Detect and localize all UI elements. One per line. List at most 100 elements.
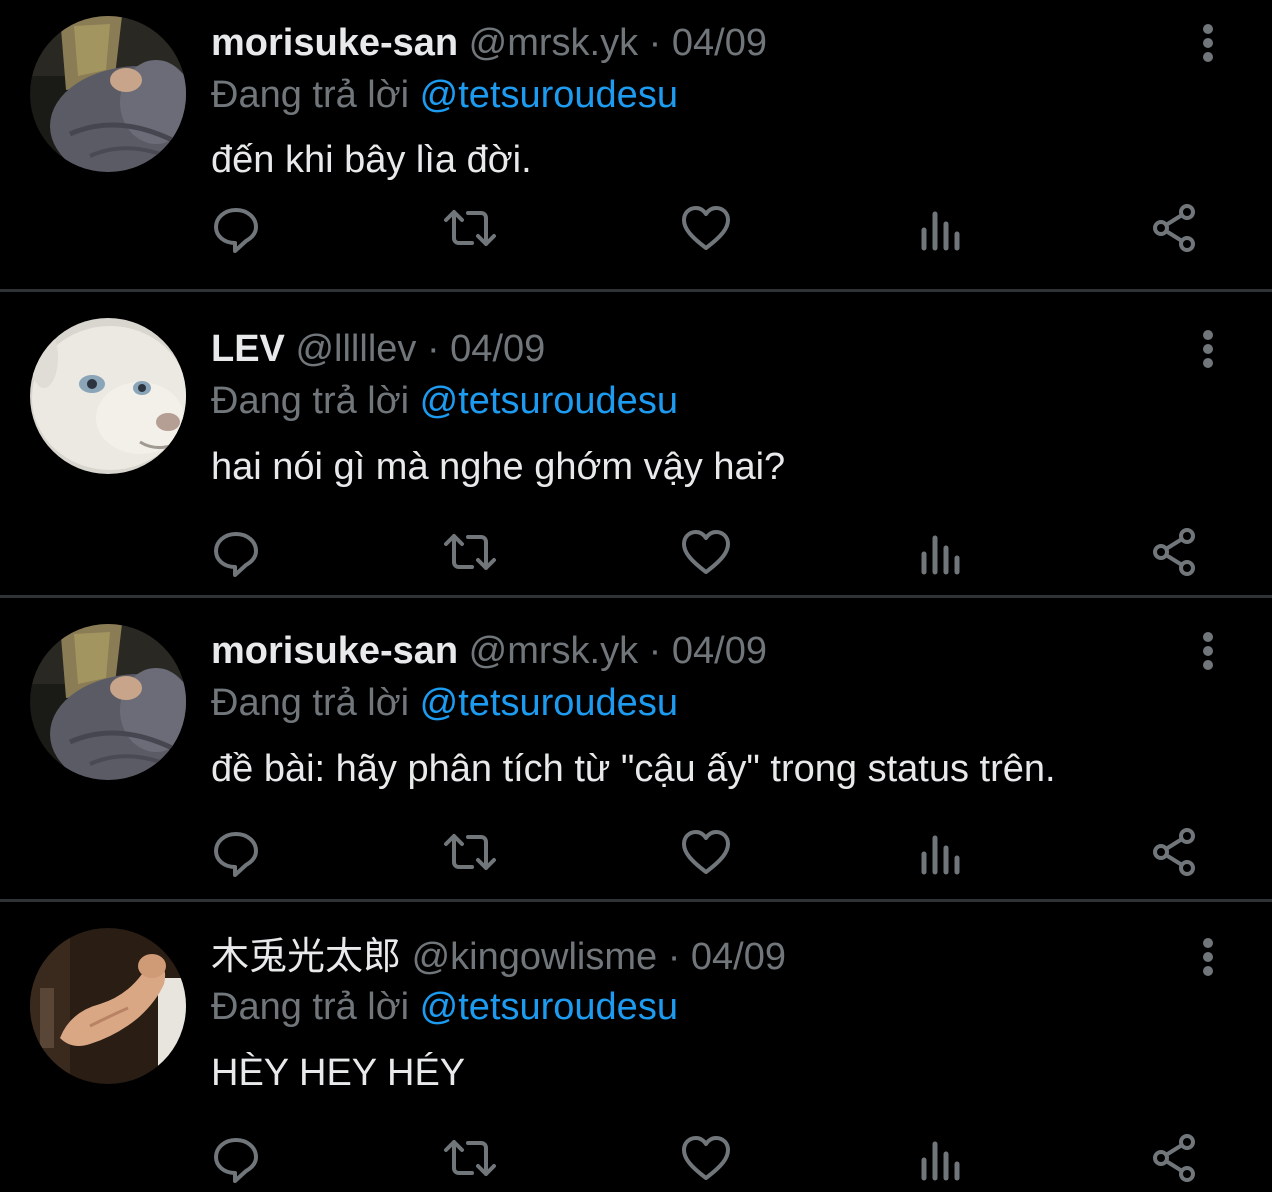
tweet-divider: [0, 899, 1272, 902]
retweet-button[interactable]: [440, 200, 500, 256]
avatar[interactable]: [30, 318, 186, 474]
tweet-divider: [0, 289, 1272, 292]
like-button[interactable]: [676, 1130, 736, 1186]
reply-feed: morisuke-san @mrsk.yk · 04/09 Đang trả l…: [0, 0, 1272, 1192]
more-options-button[interactable]: [1190, 326, 1226, 372]
share-icon: [1153, 204, 1195, 252]
reply-to-handle[interactable]: @tetsuroudesu: [420, 682, 678, 724]
reply-button[interactable]: [206, 1130, 266, 1186]
reply-button[interactable]: [206, 824, 266, 880]
analytics-icon: [921, 211, 960, 251]
analytics-icon: [921, 535, 960, 575]
views-button[interactable]: [910, 200, 970, 256]
display-name[interactable]: LEV: [211, 328, 285, 370]
reply-icon: [214, 1138, 258, 1183]
replying-to: Đang trả lời @tetsuroudesu: [211, 984, 678, 1030]
replying-to: Đang trả lời @tetsuroudesu: [211, 72, 678, 118]
retweet-icon: [444, 1140, 496, 1176]
share-button[interactable]: [1145, 524, 1205, 580]
avatar-flexing-arm-icon: [30, 928, 186, 1084]
heart-icon: [682, 830, 730, 874]
tweet-text: HÈY HEY HÉY: [211, 1052, 466, 1094]
like-button[interactable]: [676, 200, 736, 256]
like-button[interactable]: [676, 524, 736, 580]
reply-prefix: Đang trả lời: [211, 74, 410, 116]
tweet-header: morisuke-san @mrsk.yk · 04/09: [211, 628, 767, 674]
retweet-icon: [444, 534, 496, 570]
handle[interactable]: @kingowlisme: [412, 936, 658, 978]
reply-to-handle[interactable]: @tetsuroudesu: [420, 986, 678, 1028]
like-button[interactable]: [676, 824, 736, 880]
reply-to-handle[interactable]: @tetsuroudesu: [420, 380, 678, 422]
share-icon: [1153, 528, 1195, 576]
more-vertical-icon: [1203, 24, 1213, 62]
more-vertical-icon: [1203, 632, 1213, 670]
display-name[interactable]: morisuke-san: [211, 630, 458, 672]
tweet-date[interactable]: 04/09: [691, 936, 786, 978]
avatar-person-gray-sweater-icon: [30, 16, 186, 172]
tweet-header: morisuke-san @mrsk.yk · 04/09: [211, 20, 767, 66]
tweet[interactable]: 木兎光太郎 @kingowlisme · 04/09 Đang trả lời …: [0, 916, 1272, 1192]
handle[interactable]: @mrsk.yk: [469, 630, 638, 672]
tweet-date[interactable]: 04/09: [672, 630, 767, 672]
heart-icon: [682, 530, 730, 574]
tweet-text: đến khi bây lìa đời.: [211, 139, 532, 181]
tweet-header: 木兎光太郎 @kingowlisme · 04/09: [211, 934, 786, 980]
share-button[interactable]: [1145, 1130, 1205, 1186]
tweet-text: đề bài: hãy phân tích từ "cậu ấy" trong …: [211, 748, 1056, 790]
replying-to: Đang trả lời @tetsuroudesu: [211, 680, 678, 726]
separator: ·: [426, 328, 440, 370]
views-button[interactable]: [910, 1130, 970, 1186]
display-name[interactable]: 木兎光太郎: [211, 936, 401, 978]
share-icon: [1153, 828, 1195, 876]
heart-icon: [682, 206, 730, 250]
avatar[interactable]: [30, 928, 186, 1084]
tweet[interactable]: morisuke-san @mrsk.yk · 04/09 Đang trả l…: [0, 610, 1272, 902]
tweet[interactable]: LEV @lllllev · 04/09 Đang trả lời @tetsu…: [0, 306, 1272, 598]
separator: ·: [667, 936, 681, 978]
reply-prefix: Đang trả lời: [211, 380, 410, 422]
tweet-text: hai nói gì mà nghe ghớm vậy hai?: [211, 446, 786, 488]
tweet[interactable]: morisuke-san @mrsk.yk · 04/09 Đang trả l…: [0, 0, 1272, 292]
retweet-button[interactable]: [440, 524, 500, 580]
handle[interactable]: @mrsk.yk: [469, 22, 638, 64]
share-button[interactable]: [1145, 200, 1205, 256]
retweet-button[interactable]: [440, 824, 500, 880]
reply-prefix: Đang trả lời: [211, 682, 410, 724]
replying-to: Đang trả lời @tetsuroudesu: [211, 378, 678, 424]
more-vertical-icon: [1203, 938, 1213, 976]
avatar[interactable]: [30, 624, 186, 780]
retweet-icon: [444, 834, 496, 870]
more-vertical-icon: [1203, 330, 1213, 368]
avatar-white-lion-cub-icon: [30, 318, 186, 474]
reply-to-handle[interactable]: @tetsuroudesu: [420, 74, 678, 116]
tweet-date[interactable]: 04/09: [672, 22, 767, 64]
views-button[interactable]: [910, 524, 970, 580]
tweet-header: LEV @lllllev · 04/09: [211, 326, 545, 372]
share-button[interactable]: [1145, 824, 1205, 880]
reply-icon: [214, 832, 258, 877]
tweet-divider: [0, 595, 1272, 598]
reply-icon: [214, 532, 258, 577]
tweet-date[interactable]: 04/09: [450, 328, 545, 370]
reply-button[interactable]: [206, 524, 266, 580]
more-options-button[interactable]: [1190, 628, 1226, 674]
views-button[interactable]: [910, 824, 970, 880]
avatar-person-gray-sweater-icon: [30, 624, 186, 780]
separator: ·: [648, 22, 662, 64]
analytics-icon: [921, 1141, 960, 1181]
display-name[interactable]: morisuke-san: [211, 22, 458, 64]
heart-icon: [682, 1136, 730, 1180]
share-icon: [1153, 1134, 1195, 1182]
separator: ·: [648, 630, 662, 672]
retweet-icon: [444, 210, 496, 246]
analytics-icon: [921, 835, 960, 875]
more-options-button[interactable]: [1190, 20, 1226, 66]
reply-icon: [214, 208, 258, 253]
reply-prefix: Đang trả lời: [211, 986, 410, 1028]
reply-button[interactable]: [206, 200, 266, 256]
retweet-button[interactable]: [440, 1130, 500, 1186]
more-options-button[interactable]: [1190, 934, 1226, 980]
handle[interactable]: @lllllev: [295, 328, 416, 370]
avatar[interactable]: [30, 16, 186, 172]
